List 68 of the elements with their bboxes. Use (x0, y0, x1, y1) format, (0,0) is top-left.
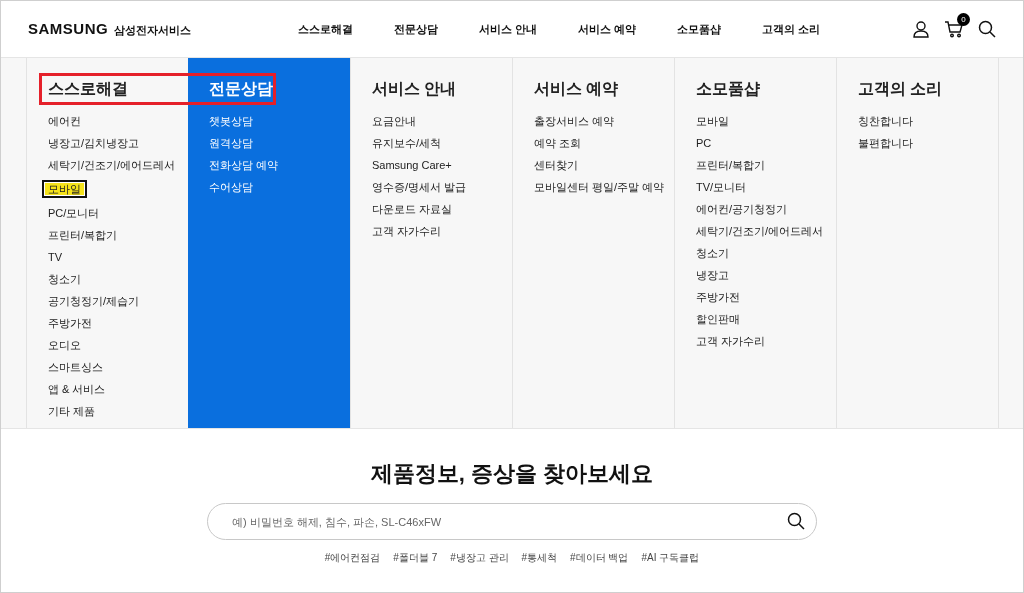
cart-icon[interactable] (944, 20, 964, 38)
menu-item[interactable]: 모바일 (696, 114, 729, 128)
search-icon[interactable] (787, 512, 805, 530)
menu-heading[interactable]: 소모품샵 (696, 78, 760, 100)
hashtag-link[interactable]: #에어컨점검 (324, 550, 381, 565)
menu-item[interactable]: 요금안내 (372, 114, 416, 128)
menu-item[interactable]: 냉장고 (696, 268, 729, 282)
menu-item[interactable]: 청소기 (696, 246, 729, 260)
menu-item[interactable]: 오디오 (48, 338, 81, 352)
menu-item[interactable]: TV (48, 250, 63, 264)
menu-item[interactable]: PC (696, 136, 712, 150)
search-icon[interactable] (978, 20, 996, 38)
menu-item[interactable]: 프린터/복합기 (48, 228, 118, 242)
menu-item[interactable]: 에어컨 (48, 114, 81, 128)
menu-item[interactable]: 냉장고/김치냉장고 (48, 136, 140, 150)
menu-item[interactable]: 영수증/명세서 발급 (372, 180, 467, 194)
menu-item[interactable]: 챗봇상담 (209, 114, 253, 128)
menu-item[interactable]: 공기청정기/제습기 (48, 294, 140, 308)
hashtag-link[interactable]: #냉장고 관리 (450, 550, 509, 565)
menu-item[interactable]: Samsung Care+ (372, 158, 452, 172)
menu-item[interactable]: 유지보수/세척 (372, 136, 442, 150)
nav-link[interactable]: 고객의 소리 (762, 20, 821, 38)
menu-heading[interactable]: 전문상담 (209, 78, 273, 100)
menu-item[interactable]: 불편합니다 (858, 136, 913, 150)
menu-item[interactable]: 기타 제품 (48, 404, 96, 418)
menu-item[interactable]: 센터찾기 (534, 158, 578, 172)
hashtag-link[interactable]: #데이터 백업 (570, 550, 629, 565)
search-field[interactable]: 예) 비밀번호 해제, 침수, 파손, SL-C46xFW (207, 503, 817, 540)
menu-heading[interactable]: 스스로해결 (48, 78, 128, 100)
menu-item[interactable]: 모바일 (42, 180, 87, 198)
menu-item[interactable]: TV/모니터 (696, 180, 747, 194)
hashtag-link[interactable]: #통세척 (521, 550, 558, 565)
menu-item[interactable]: 앱 & 서비스 (48, 382, 106, 396)
samsung-logo[interactable]: SAMSUNG (28, 17, 109, 41)
menu-item[interactable]: 출장서비스 예약 (534, 114, 615, 128)
menu-item[interactable]: PC/모니터 (48, 206, 100, 220)
menu-heading[interactable]: 고객의 소리 (858, 78, 943, 100)
nav-link[interactable]: 전문상담 (394, 20, 438, 38)
menu-item[interactable]: 주방가전 (48, 316, 92, 330)
hashtag-link[interactable]: #폴더블 7 (393, 550, 438, 565)
menu-item[interactable]: 세탁기/건조기/에어드레서 (48, 158, 176, 172)
menu-item[interactable]: 고객 자가수리 (372, 224, 442, 238)
cart-count-badge: 0 (957, 13, 970, 26)
menu-item[interactable]: 세탁기/건조기/에어드레서 (696, 224, 824, 238)
menu-item[interactable]: 전화상담 예약 (209, 158, 279, 172)
menu-item[interactable]: 원격상담 (209, 136, 253, 150)
menu-heading[interactable]: 서비스 안내 (372, 78, 457, 100)
user-icon[interactable] (912, 20, 930, 38)
nav-link[interactable]: 스스로해결 (298, 20, 353, 38)
menu-item[interactable]: 수어상담 (209, 180, 253, 194)
menu-item[interactable]: 할인판매 (696, 312, 740, 326)
menu-item[interactable]: 예약 조회 (534, 136, 582, 150)
service-name: 삼성전자서비스 (114, 22, 192, 38)
nav-link[interactable]: 서비스 안내 (479, 20, 538, 38)
menu-item[interactable]: 고객 자가수리 (696, 334, 766, 348)
menu-item[interactable]: 주방가전 (696, 290, 740, 304)
menu-item[interactable]: 스마트싱스 (48, 360, 103, 374)
menu-heading[interactable]: 서비스 예약 (534, 78, 619, 100)
menu-item[interactable]: 다운로드 자료실 (372, 202, 453, 216)
menu-item[interactable]: 모바일센터 평일/주말 예약 (534, 180, 665, 194)
search-title: 제품정보, 증상을 찾아보세요 (370, 460, 654, 488)
hashtag-link[interactable]: #AI 구독클럽 (641, 550, 700, 565)
nav-link[interactable]: 소모품샵 (677, 20, 722, 38)
menu-item[interactable]: 에어컨/공기청정기 (696, 202, 788, 216)
menu-item[interactable]: 프린터/복합기 (696, 158, 766, 172)
menu-item[interactable]: 칭찬합니다 (858, 114, 913, 128)
nav-link[interactable]: 서비스 예약 (578, 20, 637, 38)
menu-item[interactable]: 청소기 (48, 272, 81, 286)
